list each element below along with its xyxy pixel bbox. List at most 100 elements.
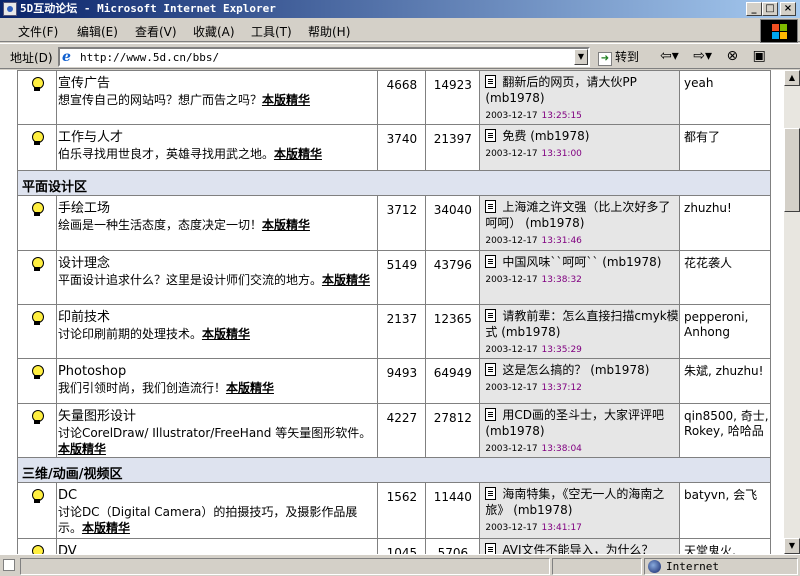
- stop-icon[interactable]: ⊗: [726, 48, 738, 64]
- nav-buttons: ⇦▾ ⇨▾ ⊗ ▣: [660, 48, 776, 64]
- last-post-time: 13:31:46: [541, 236, 582, 246]
- status-pane-2: [552, 558, 642, 575]
- last-post-author[interactable]: (mb1978): [530, 129, 589, 143]
- last-post-date: 2003-12-17: [485, 383, 538, 393]
- globe-icon: [648, 560, 661, 573]
- forum-name-link[interactable]: 工作与人才: [58, 130, 123, 145]
- last-post-author[interactable]: (mb1978): [485, 424, 544, 438]
- last-post-title[interactable]: 这是怎么搞的？: [502, 363, 586, 377]
- last-post-author[interactable]: (mb1978): [602, 255, 661, 269]
- last-post-title[interactable]: 翻新后的网页，请大伙PP: [502, 75, 636, 89]
- address-url[interactable]: http://www.5d.cn/bbs/: [80, 51, 219, 64]
- forum-name-link[interactable]: DC: [58, 488, 77, 503]
- forum-description: 我们引领时尚，我们创造流行！: [57, 381, 226, 395]
- address-input[interactable]: e http://www.5d.cn/bbs/ ▼: [58, 47, 590, 67]
- forum-name-link[interactable]: DV: [58, 544, 77, 554]
- digest-link[interactable]: 本版精华: [262, 93, 310, 107]
- forum-name-cell: DV: [55, 538, 379, 554]
- page-content: 宣传广告 想宣传自己的网站吗？想广而告之吗？本版精华 4668 14923 翻新后的网页…: [0, 70, 784, 554]
- digest-link[interactable]: 本版精华: [226, 381, 274, 395]
- go-button[interactable]: ➜ 转到: [598, 48, 639, 66]
- forum-name-cell: Photoshop 我们引领时尚，我们创造流行！本版精华: [55, 358, 379, 404]
- menu-tools[interactable]: 工具(T): [251, 23, 292, 40]
- section-title: 三维/动画/视频区: [17, 457, 771, 483]
- forward-icon[interactable]: ⇨▾: [693, 48, 712, 64]
- last-post-title[interactable]: 用CD画的圣斗士，大家评评吧: [502, 408, 664, 422]
- forum-name-link[interactable]: 手绘工场: [58, 201, 110, 216]
- digest-link[interactable]: 本版精华: [82, 521, 130, 535]
- forum-row: DC 讨论DC（Digital Camera）的拍摄技巧，及摄影作品展示。本版精华…: [17, 482, 771, 539]
- post-count: 34040: [425, 195, 481, 251]
- forum-name-cell: 矢量图形设计 讨论CorelDraw/ Illustrator/FreeHand …: [55, 403, 379, 458]
- vertical-scrollbar[interactable]: ▲ ▼: [784, 70, 800, 554]
- menu-view[interactable]: 查看(V): [135, 23, 177, 40]
- last-post-date: 2003-12-17: [485, 111, 538, 121]
- last-post-time: 13:38:04: [541, 444, 582, 454]
- menu-favorites[interactable]: 收藏(A): [193, 23, 235, 40]
- scroll-up-icon[interactable]: ▲: [784, 70, 800, 86]
- last-post-title[interactable]: AVI文件不能导入，为什么？: [502, 543, 653, 554]
- moderators-cell: 都有了: [679, 124, 771, 171]
- section-header: 平面设计区: [17, 170, 771, 196]
- forum-row: Photoshop 我们引领时尚，我们创造流行！本版精华 9493 64949 这是怎么…: [17, 358, 771, 404]
- menu-edit[interactable]: 编辑(E): [77, 23, 118, 40]
- last-post-cell: 海南特集，《空无一人的海南之旅》 (mb1978) 2003-12-17 13:4…: [479, 482, 681, 539]
- forum-name-link[interactable]: Photoshop: [58, 364, 126, 379]
- forum-row: 印前技术 讨论印刷前期的处理技术。本版精华 2137 12365 请教前辈：怎么直接扫描…: [17, 304, 771, 359]
- document-icon: [485, 75, 497, 88]
- go-arrow-icon: ➜: [598, 52, 612, 66]
- forum-name-link[interactable]: 设计理念: [58, 256, 110, 271]
- forum-name-link[interactable]: 矢量图形设计: [58, 409, 136, 424]
- forum-name-link[interactable]: 印前技术: [58, 310, 110, 325]
- forum-row: 工作与人才 伯乐寻找用世良才，英雄寻找用武之地。本版精华 3740 21397 免费 (…: [17, 124, 771, 171]
- last-post-date: 2003-12-17: [485, 236, 538, 246]
- forum-name-link[interactable]: 宣传广告: [58, 76, 110, 91]
- last-post-cell: 免费 (mb1978) 2003-12-17 13:31:00: [479, 124, 681, 171]
- forum-row: 矢量图形设计 讨论CorelDraw/ Illustrator/FreeHand …: [17, 403, 771, 458]
- scroll-down-icon[interactable]: ▼: [784, 538, 800, 554]
- last-post-author[interactable]: (mb1978): [485, 91, 544, 105]
- menu-bar: 文件(F) 编辑(E) 查看(V) 收藏(A) 工具(T) 帮助(H): [0, 18, 800, 42]
- lightbulb-icon: [30, 489, 44, 505]
- last-post-title[interactable]: 免费: [502, 129, 526, 143]
- post-count: 5706: [425, 538, 481, 554]
- zone-label: Internet: [666, 560, 719, 573]
- last-post-author[interactable]: (mb1978): [501, 325, 560, 339]
- forum-name-cell: 设计理念 平面设计追求什么？这里是设计师们交流的地方。本版精华: [55, 250, 379, 305]
- post-count: 27812: [425, 403, 481, 458]
- forum-name-cell: 手绘工场 绘画是一种生活态度，态度决定一切！本版精华: [55, 195, 379, 251]
- menu-help[interactable]: 帮助(H): [308, 23, 350, 40]
- forum-row: 设计理念 平面设计追求什么？这里是设计师们交流的地方。本版精华 5149 43796 中…: [17, 250, 771, 305]
- last-post-author[interactable]: (mb1978): [513, 503, 572, 517]
- menu-file[interactable]: 文件(F): [18, 23, 58, 40]
- close-button[interactable]: ×: [780, 2, 796, 16]
- forum-name-cell: 宣传广告 想宣传自己的网站吗？想广而告之吗？本版精华: [55, 70, 379, 125]
- post-count: 64949: [425, 358, 481, 404]
- last-post-cell: 翻新后的网页，请大伙PP (mb1978) 2003-12-17 13:25:15: [479, 70, 681, 125]
- forum-name-cell: 工作与人才 伯乐寻找用世良才，英雄寻找用武之地。本版精华: [55, 124, 379, 171]
- status-cell: [17, 124, 57, 171]
- topic-count: 1562: [377, 482, 427, 539]
- digest-link[interactable]: 本版精华: [58, 442, 106, 456]
- last-post-author[interactable]: (mb1978): [525, 216, 584, 230]
- scroll-thumb[interactable]: [784, 128, 800, 212]
- last-post-title[interactable]: 中国风味``呵呵``: [502, 255, 598, 269]
- maximize-button[interactable]: □: [762, 2, 778, 16]
- digest-link[interactable]: 本版精华: [322, 273, 370, 287]
- last-post-time: 13:25:15: [541, 111, 582, 121]
- window-title: 5D互动论坛 - Microsoft Internet Explorer: [20, 2, 276, 15]
- moderators-cell: 花花袭人: [679, 250, 771, 305]
- status-cell: [17, 482, 57, 539]
- lightbulb-icon: [30, 365, 44, 381]
- refresh-icon[interactable]: ▣: [753, 48, 766, 64]
- digest-link[interactable]: 本版精华: [274, 147, 322, 161]
- document-icon: [485, 487, 497, 500]
- ie-icon: e: [62, 49, 71, 65]
- back-icon[interactable]: ⇦▾: [660, 48, 679, 64]
- topic-count: 3740: [377, 124, 427, 171]
- digest-link[interactable]: 本版精华: [202, 327, 250, 341]
- last-post-author[interactable]: (mb1978): [590, 363, 649, 377]
- chevron-down-icon[interactable]: ▼: [574, 49, 588, 65]
- minimize-button[interactable]: _: [746, 2, 762, 16]
- digest-link[interactable]: 本版精华: [262, 218, 310, 232]
